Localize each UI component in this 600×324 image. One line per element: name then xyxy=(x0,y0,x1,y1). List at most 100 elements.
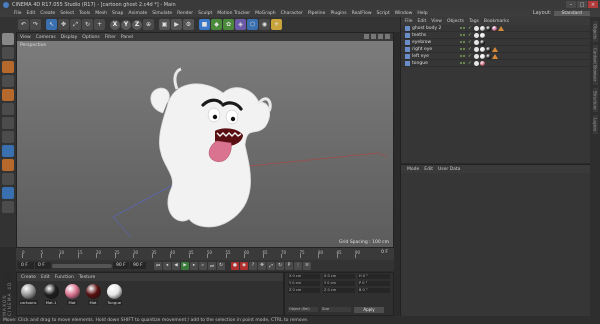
menu-plugins[interactable]: Plugins xyxy=(330,11,346,16)
deformer-icon[interactable]: ◈ xyxy=(235,19,246,30)
object-row[interactable]: eyebrow ✓ xyxy=(401,39,590,46)
move-icon[interactable]: ✥ xyxy=(58,19,69,30)
workplane-icon[interactable] xyxy=(2,75,14,87)
material-menu-edit[interactable]: Edit xyxy=(41,275,50,280)
am-menu-mode[interactable]: Mode xyxy=(407,167,419,172)
position-x-field[interactable]: X 0 cm xyxy=(288,274,320,279)
texture-mode-icon[interactable] xyxy=(2,61,14,73)
menu-pipeline[interactable]: Pipeline xyxy=(308,11,326,16)
viewport-menu-panel[interactable]: Panel xyxy=(121,35,133,40)
model-mode-icon[interactable] xyxy=(2,47,14,59)
solo-icon[interactable] xyxy=(2,201,14,213)
redo-icon[interactable]: ↷ xyxy=(30,19,41,30)
am-menu-edit[interactable]: Edit xyxy=(424,167,433,172)
max-frame-field[interactable]: 90 F xyxy=(113,262,129,269)
prev-frame-icon[interactable]: ◀ xyxy=(172,261,180,270)
phong-tag-icon[interactable] xyxy=(473,32,479,38)
rotation-key-icon[interactable]: ↻ xyxy=(276,261,284,270)
warning-tag-icon[interactable] xyxy=(491,46,498,52)
coord-size-dropdown[interactable]: Size xyxy=(321,307,351,312)
sculpt-icon[interactable] xyxy=(2,159,14,171)
min-frame-field[interactable]: 0 F xyxy=(35,262,51,269)
loop-icon[interactable]: ↻ xyxy=(217,261,225,270)
apply-button[interactable]: Apply xyxy=(354,307,384,313)
autokey-icon[interactable]: ◉ xyxy=(240,261,248,270)
coord-mode-dropdown[interactable]: Object (Rel) xyxy=(288,307,318,312)
record-key-icon[interactable]: ● xyxy=(231,261,239,270)
menu-tools[interactable]: Tools xyxy=(79,11,90,16)
viewport-menu-display[interactable]: Display xyxy=(61,35,78,40)
object-row[interactable]: left eye ✓ xyxy=(401,53,590,60)
points-mode-icon[interactable] xyxy=(2,89,14,101)
rotate-icon[interactable]: ↻ xyxy=(82,19,93,30)
environment-icon[interactable]: ⬡ xyxy=(247,19,258,30)
menu-edit[interactable]: Edit xyxy=(27,11,36,16)
timeline-ruler[interactable]: 0 5 10 15 20 25 30 35 40 45 50 55 60 65 70 75 80 85 90 0 F xyxy=(16,248,394,260)
start-frame-field[interactable]: 0 F xyxy=(18,262,34,269)
visibility-dots-icon[interactable] xyxy=(460,55,465,57)
maximize-button[interactable]: □ xyxy=(577,1,587,8)
menu-mesh[interactable]: Mesh xyxy=(95,11,107,16)
cube-icon[interactable]: ■ xyxy=(199,19,210,30)
visibility-dots-icon[interactable] xyxy=(460,34,465,36)
orbit-icon[interactable] xyxy=(378,34,383,39)
om-menu-bookmarks[interactable]: Bookmarks xyxy=(484,19,509,24)
material-tag-icon[interactable] xyxy=(479,46,485,52)
enable-check-icon[interactable]: ✓ xyxy=(468,26,472,31)
tab-objects[interactable]: Objects xyxy=(592,21,598,43)
go-to-end-icon[interactable]: ⏭ xyxy=(208,261,216,270)
phong-tag-icon[interactable] xyxy=(473,39,479,45)
scale-icon[interactable]: ⤢ xyxy=(70,19,81,30)
material-menu-texture[interactable]: Texture xyxy=(79,275,95,280)
om-menu-objects[interactable]: Objects xyxy=(447,19,464,24)
next-frame-icon[interactable]: ▸ xyxy=(190,261,198,270)
tab-structure[interactable]: Structure xyxy=(592,87,598,113)
menu-sculpt[interactable]: Sculpt xyxy=(198,11,212,16)
menu-mograph[interactable]: MoGraph xyxy=(255,11,275,16)
object-row[interactable]: tongue ✓ xyxy=(401,60,590,67)
material-swatch[interactable]: Tongue xyxy=(106,284,123,305)
recent-tools-icon[interactable]: + xyxy=(94,19,105,30)
undo-icon[interactable]: ↶ xyxy=(18,19,29,30)
snap-icon[interactable] xyxy=(2,145,14,157)
array-icon[interactable]: ✿ xyxy=(223,19,234,30)
ghost-character[interactable] xyxy=(150,67,272,228)
phong-tag-icon[interactable] xyxy=(473,53,479,59)
phong-tag-icon[interactable] xyxy=(473,46,479,52)
live-selection-icon[interactable]: ↖ xyxy=(46,19,57,30)
perspective-viewport[interactable]: View Cameras Display Options Filter Pane… xyxy=(16,32,394,248)
viewport-menu-cameras[interactable]: Cameras xyxy=(36,35,56,40)
material-tag-icon[interactable] xyxy=(479,53,485,59)
menu-animate[interactable]: Animate xyxy=(128,11,147,16)
tab-layers[interactable]: Layers xyxy=(592,115,598,135)
play-icon[interactable]: ▶ xyxy=(181,261,189,270)
zoom-icon[interactable] xyxy=(371,34,376,39)
timeline-menu-icon[interactable]: ≡ xyxy=(303,261,311,270)
object-row[interactable]: right eye ✓ xyxy=(401,46,590,53)
phong-tag-icon[interactable] xyxy=(473,60,479,66)
render-view-icon[interactable]: ▣ xyxy=(159,19,170,30)
menu-simulate[interactable]: Simulate xyxy=(152,11,172,16)
pan-icon[interactable] xyxy=(364,34,369,39)
subdivision-icon[interactable]: ◆ xyxy=(211,19,222,30)
enable-check-icon[interactable]: ✓ xyxy=(468,47,472,52)
render-settings-icon[interactable]: ⚙ xyxy=(183,19,194,30)
om-menu-view[interactable]: View xyxy=(431,19,442,24)
coordinate-system-icon[interactable]: ⊕ xyxy=(143,19,154,30)
object-row[interactable]: ghost body 2 ✓ xyxy=(401,25,590,32)
warning-tag-icon[interactable] xyxy=(491,53,498,59)
toggle-view-icon[interactable] xyxy=(385,34,390,39)
y-axis-lock-button[interactable]: Y xyxy=(121,19,131,30)
menu-character[interactable]: Character xyxy=(281,11,303,16)
tab-content-browser[interactable]: Content Browser xyxy=(592,45,598,85)
keyframe-selection-icon[interactable]: ? xyxy=(249,261,257,270)
menu-motion-tracker[interactable]: Motion Tracker xyxy=(217,11,250,16)
render-picture-viewer-icon[interactable]: ▶ xyxy=(171,19,182,30)
material-tag-icon[interactable] xyxy=(485,46,491,52)
material-menu-function[interactable]: Function xyxy=(55,275,74,280)
scale-key-icon[interactable]: ⤢ xyxy=(267,261,275,270)
frame-range-slider[interactable] xyxy=(52,263,112,268)
viewport-menu-view[interactable]: View xyxy=(20,35,31,40)
menu-select[interactable]: Select xyxy=(60,11,74,16)
visibility-dots-icon[interactable] xyxy=(460,27,465,29)
